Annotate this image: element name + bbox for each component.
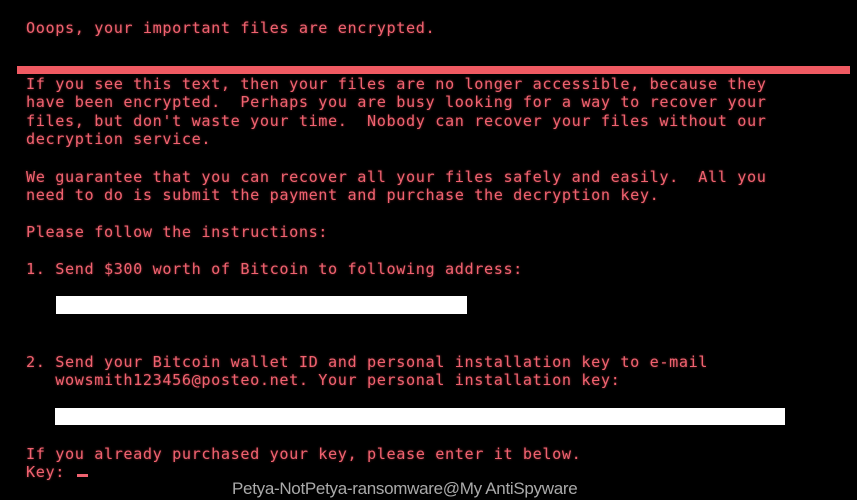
paragraph1-line: files, but don't waste your time. Nobody… [26, 112, 767, 130]
step1-text: 1. Send $300 worth of Bitcoin to followi… [26, 260, 523, 278]
watermark: Petya-NotPetya-ransomware@My AntiSpyware [232, 479, 578, 498]
paragraph2-line: need to do is submit the payment and pur… [26, 186, 660, 204]
divider-bar [17, 66, 850, 74]
instructions-heading: Please follow the instructions: [26, 223, 329, 241]
paragraph1-line: If you see this text, then your files ar… [26, 75, 767, 93]
paragraph1-line: have been encrypted. Perhaps you are bus… [26, 93, 767, 111]
installation-key-redacted [55, 408, 785, 425]
step2-line: wowsmith123456@posteo.net. Your personal… [26, 371, 621, 389]
key-label: Key: [26, 463, 75, 481]
paragraph1-line: decryption service. [26, 130, 212, 148]
key-input-row[interactable]: Key: [26, 463, 88, 481]
bitcoin-address-redacted [56, 296, 467, 314]
ransom-title: Ooops, your important files are encrypte… [26, 19, 436, 37]
key-prompt-text: If you already purchased your key, pleas… [26, 445, 582, 463]
step2-line: 2. Send your Bitcoin wallet ID and perso… [26, 353, 709, 371]
paragraph2-line: We guarantee that you can recover all yo… [26, 168, 767, 186]
text-cursor [76, 474, 88, 477]
